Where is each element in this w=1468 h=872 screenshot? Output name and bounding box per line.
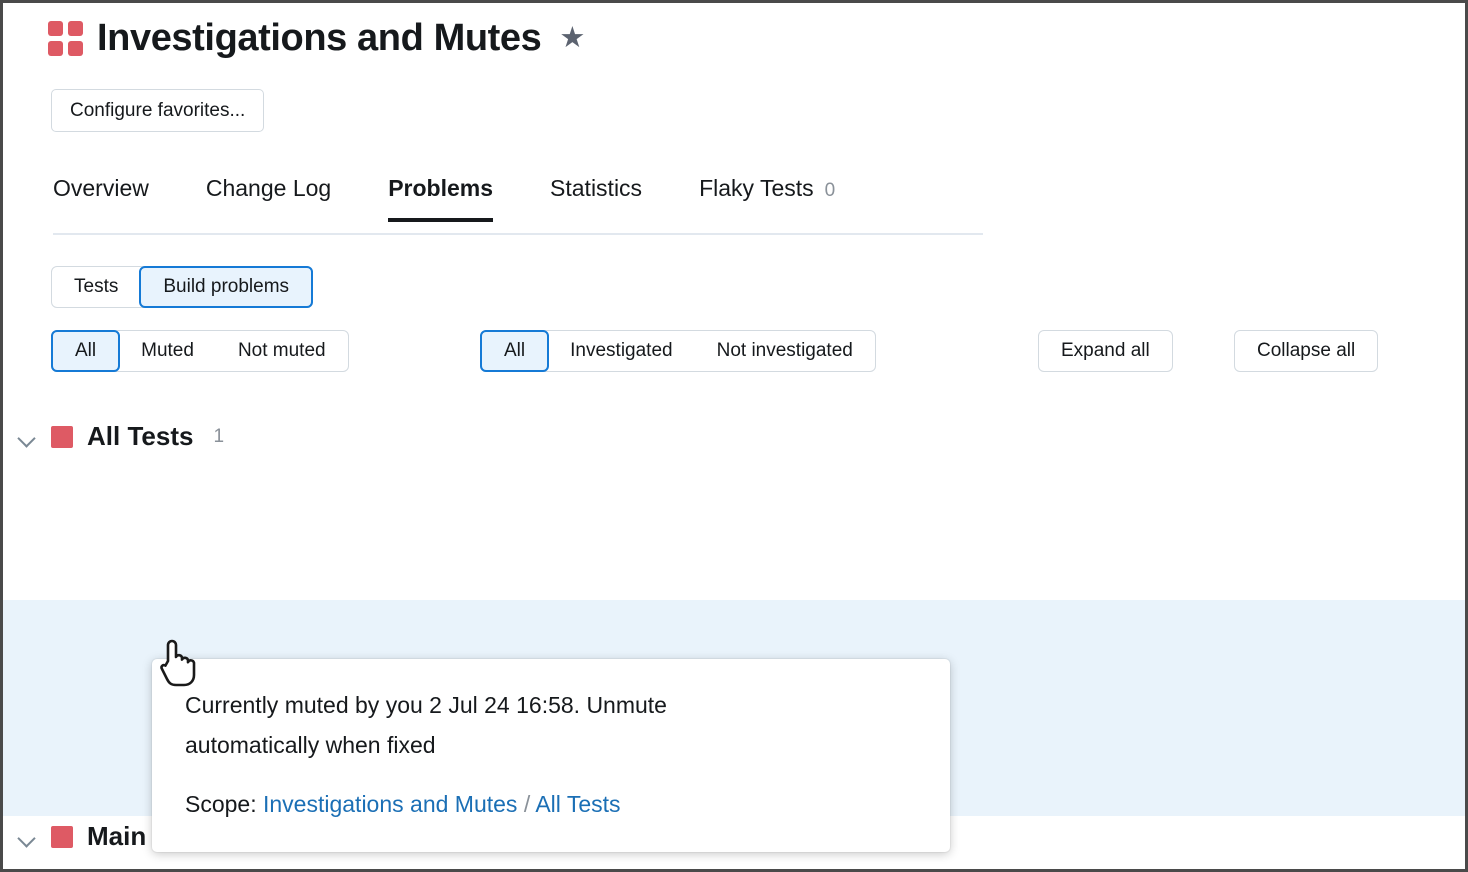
expand-all-button[interactable]: Expand all <box>1038 330 1173 372</box>
tooltip-scope-separator: / <box>524 791 530 817</box>
scope-filter-group: Tests Build problems <box>51 266 313 308</box>
tooltip-scope: Scope: Investigations and Mutes / All Te… <box>185 791 920 818</box>
status-marker-icon <box>51 426 73 448</box>
filter-build-problems[interactable]: Build problems <box>139 266 313 308</box>
tab-label: Problems <box>388 175 493 202</box>
page-header: Investigations and Mutes ★ <box>48 19 585 57</box>
tab-label: Flaky Tests <box>699 175 814 202</box>
group-count: 1 <box>213 426 224 448</box>
status-marker-icon <box>51 826 73 848</box>
main-tabs: Overview Change Log Problems Statistics … <box>53 175 983 235</box>
group-header-all-tests[interactable]: All Tests 1 <box>17 421 224 452</box>
tab-statistics[interactable]: Statistics <box>550 175 670 220</box>
tab-label: Overview <box>53 175 149 202</box>
page-canvas: Investigations and Mutes ★ Configure fav… <box>3 3 1465 869</box>
tab-overview[interactable]: Overview <box>53 175 177 220</box>
collapse-all-button[interactable]: Collapse all <box>1234 330 1378 372</box>
filter-investigation-all[interactable]: All <box>480 330 549 372</box>
table-header: Build Problem name / Status Changes Assi… <box>3 485 1465 585</box>
mute-tooltip: Currently muted by you 2 Jul 24 16:58. U… <box>152 659 950 852</box>
chevron-down-icon[interactable] <box>17 827 37 847</box>
teamcity-logo-icon <box>48 21 83 56</box>
tab-change-log[interactable]: Change Log <box>206 175 359 220</box>
tab-label: Change Log <box>206 175 331 202</box>
group-name: Main <box>87 821 146 852</box>
mute-filter-group: All Muted Not muted <box>51 330 349 372</box>
tooltip-scope-link-project[interactable]: Investigations and Mutes <box>263 791 517 817</box>
configure-favorites-button[interactable]: Configure favorites... <box>51 89 264 132</box>
tab-label: Statistics <box>550 175 642 202</box>
app-window: Investigations and Mutes ★ Configure fav… <box>0 0 1468 872</box>
filter-not-investigated[interactable]: Not investigated <box>695 331 875 371</box>
filter-tests[interactable]: Tests <box>52 267 140 307</box>
filter-mute-all[interactable]: All <box>51 330 120 372</box>
group-name: All Tests <box>87 421 193 452</box>
group-header-main[interactable]: Main <box>17 821 146 852</box>
tooltip-line-1: Currently muted by you 2 Jul 24 16:58. U… <box>185 685 920 725</box>
tab-flaky-tests[interactable]: Flaky Tests 0 <box>699 175 863 220</box>
page-title: Investigations and Mutes <box>97 19 541 57</box>
chevron-down-icon[interactable] <box>17 427 37 447</box>
tooltip-scope-link-group[interactable]: All Tests <box>535 791 620 817</box>
tab-count: 0 <box>825 180 836 202</box>
tooltip-scope-label: Scope: <box>185 791 257 817</box>
tooltip-line-2: automatically when fixed <box>185 725 920 765</box>
filter-muted[interactable]: Muted <box>119 331 216 371</box>
star-icon[interactable]: ★ <box>559 24 585 53</box>
tab-problems[interactable]: Problems <box>388 175 521 220</box>
investigation-filter-group: All Investigated Not investigated <box>480 330 876 372</box>
filter-investigated[interactable]: Investigated <box>548 331 694 371</box>
filter-not-muted[interactable]: Not muted <box>216 331 348 371</box>
